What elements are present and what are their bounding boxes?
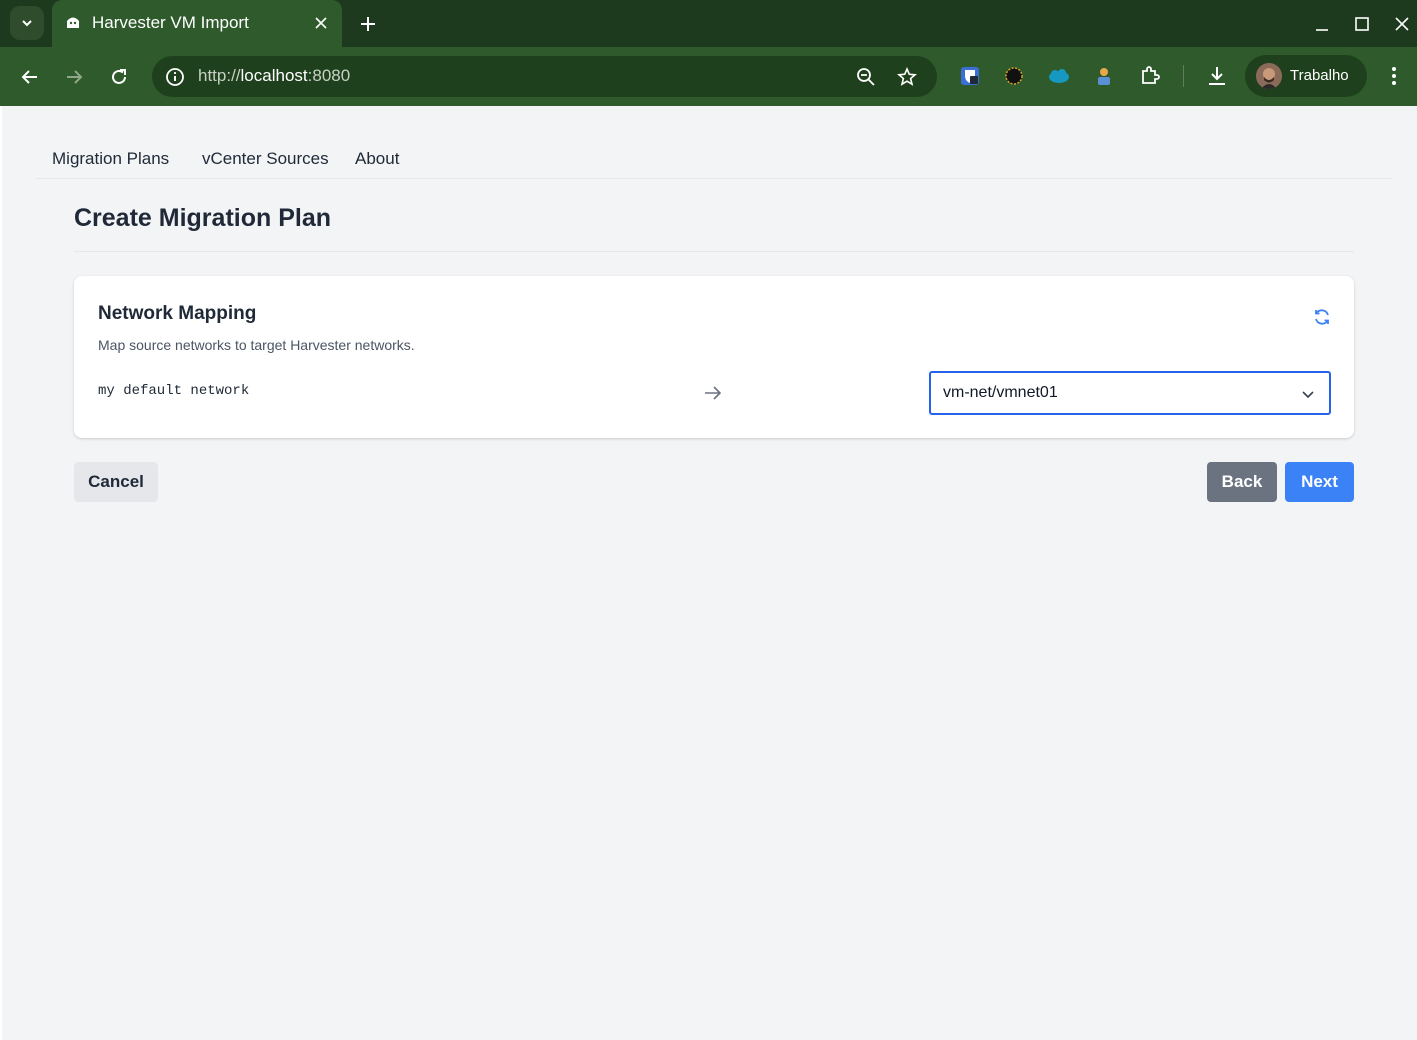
source-network-label: my default network	[98, 383, 250, 399]
plus-icon	[361, 17, 375, 31]
target-network-value: vm-net/vmnet01	[943, 384, 1058, 401]
browser-toolbar: http://localhost:8080 Trabalho	[0, 47, 1417, 106]
browser-menu-button[interactable]	[1382, 62, 1406, 90]
close-icon	[315, 17, 327, 29]
url-host: localhost	[240, 66, 308, 85]
toolbar-divider	[1183, 65, 1184, 87]
back-nav-button[interactable]	[14, 61, 46, 93]
page-title: Create Migration Plan	[74, 204, 331, 232]
extension-sun-button[interactable]	[1001, 63, 1027, 89]
next-button[interactable]: Next	[1285, 462, 1354, 502]
profile-button[interactable]: Trabalho	[1245, 55, 1367, 97]
nav-vcenter-sources[interactable]: vCenter Sources	[202, 149, 329, 169]
extensions-menu-button[interactable]	[1137, 63, 1163, 89]
reload-icon	[112, 69, 126, 84]
url-text: http://localhost:8080	[198, 66, 350, 86]
chevron-down-icon	[22, 20, 32, 27]
avatar-photo-icon	[1256, 63, 1282, 89]
network-mapping-card: Network Mapping Map source networks to t…	[74, 276, 1354, 438]
puzzle-icon	[1142, 66, 1160, 84]
browser-tab-bar: Harvester VM Import	[0, 0, 1417, 47]
section-title: Network Mapping	[98, 303, 257, 324]
cancel-button[interactable]: Cancel	[74, 462, 158, 502]
person-icon	[1098, 68, 1110, 85]
tab-title: Harvester VM Import	[92, 13, 249, 32]
profile-name: Trabalho	[1290, 67, 1349, 84]
maximize-icon	[1355, 17, 1369, 31]
download-icon	[1209, 67, 1225, 85]
tab-search-button[interactable]	[10, 6, 44, 40]
zoom-button[interactable]	[854, 65, 878, 89]
url-scheme: http://	[198, 66, 241, 85]
bookmark-button[interactable]	[895, 65, 919, 89]
minimize-button[interactable]	[1309, 12, 1335, 36]
back-button[interactable]: Back	[1207, 462, 1277, 502]
arrow-left-icon	[21, 70, 37, 84]
divider	[74, 251, 1354, 252]
more-vertical-icon	[1392, 67, 1396, 85]
close-window-button[interactable]	[1389, 12, 1415, 36]
extension-bitwarden-button[interactable]	[957, 63, 983, 89]
star-icon	[897, 67, 917, 86]
minimize-icon	[1316, 29, 1328, 31]
target-network-select[interactable]: vm-net/vmnet01	[929, 371, 1331, 415]
nav-about[interactable]: About	[355, 149, 399, 169]
cloud-icon	[1049, 69, 1069, 83]
arrow-right-icon	[67, 70, 83, 84]
shield-lock-icon	[961, 67, 979, 85]
url-port: :8080	[307, 66, 351, 85]
chevron-down-icon	[1302, 391, 1314, 399]
close-icon	[1395, 17, 1409, 31]
refresh-icon[interactable]	[1312, 307, 1332, 327]
new-tab-button[interactable]	[355, 11, 381, 37]
top-navigation: Migration Plans vCenter Sources About	[36, 106, 1392, 179]
extension-salesforce-button[interactable]	[1046, 63, 1072, 89]
forward-nav-button[interactable]	[58, 61, 90, 93]
nav-migration-plans[interactable]: Migration Plans	[52, 149, 169, 169]
info-icon[interactable]	[164, 66, 186, 88]
downloads-button[interactable]	[1204, 63, 1230, 89]
reload-button[interactable]	[103, 61, 135, 93]
section-description: Map source networks to target Harvester …	[98, 337, 415, 353]
zoom-out-icon	[857, 68, 875, 86]
address-bar[interactable]: http://localhost:8080	[152, 56, 937, 97]
harvester-favicon-icon	[67, 17, 79, 28]
close-tab-button[interactable]	[310, 12, 332, 34]
browser-tab[interactable]: Harvester VM Import	[52, 0, 342, 47]
avatar	[1256, 63, 1282, 89]
maximize-button[interactable]	[1349, 12, 1375, 36]
sun-icon	[1005, 67, 1023, 85]
page-content: Migration Plans vCenter Sources About Cr…	[0, 106, 1417, 1040]
arrow-right-icon	[705, 386, 722, 400]
extension-agent-button[interactable]	[1091, 63, 1117, 89]
